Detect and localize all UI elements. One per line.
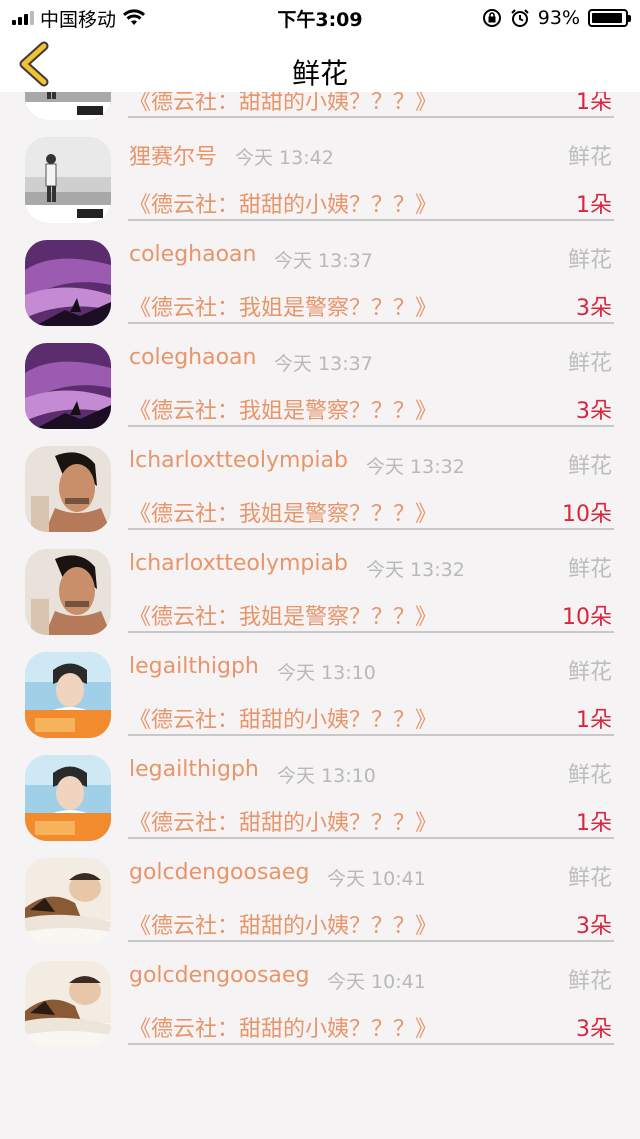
timestamp: 今天 13:32 xyxy=(366,456,465,478)
article-title[interactable]: 《德云社：我姐是警察？？？》 xyxy=(129,496,437,528)
username[interactable]: lcharloxtteolympiab xyxy=(129,551,348,576)
flower-count: 3朵 xyxy=(576,296,612,321)
avatar[interactable] xyxy=(25,240,111,326)
row-divider xyxy=(128,1043,614,1045)
avatar-image xyxy=(25,343,111,429)
username[interactable]: legailthigph xyxy=(129,654,259,679)
avatar-image xyxy=(25,755,111,841)
status-left: 中国移动 xyxy=(12,5,146,32)
avatar[interactable] xyxy=(25,343,111,429)
username[interactable]: coleghaoan xyxy=(129,242,256,267)
username[interactable]: 狸赛尔号 xyxy=(129,139,217,171)
flower-list: 《德云社：我姐是警察？？？》3朵狸赛尔号今天 13:42鲜花《德云社：甜甜的小姨… xyxy=(0,0,640,1047)
wifi-icon xyxy=(123,9,146,25)
timestamp: 今天 10:41 xyxy=(327,971,426,993)
username[interactable]: coleghaoan xyxy=(129,345,256,370)
carrier-label: 中国移动 xyxy=(40,8,117,31)
flower-count: 1朵 xyxy=(576,193,612,218)
gift-type-label: 鲜花 xyxy=(567,866,612,891)
article-title[interactable]: 《德云社：甜甜的小姨？？？》 xyxy=(129,187,437,219)
timestamp: 今天 13:37 xyxy=(274,353,373,375)
rotation-lock-icon xyxy=(482,9,501,27)
signal-icon xyxy=(12,11,34,25)
gift-type-label: 鲜花 xyxy=(567,248,612,273)
gift-type-label: 鲜花 xyxy=(567,145,612,170)
article-title[interactable]: 《德云社：甜甜的小姨？？？》 xyxy=(129,702,437,734)
gift-type-label: 鲜花 xyxy=(567,969,612,994)
flower-count: 10朵 xyxy=(562,502,612,527)
username[interactable]: golcdengoosaeg xyxy=(129,860,309,885)
avatar[interactable] xyxy=(25,652,111,738)
gift-type-label: 鲜花 xyxy=(567,660,612,685)
gift-type-label: 鲜花 xyxy=(567,454,612,479)
list-item[interactable]: coleghaoan 今天 13:37 鲜花《德云社：我姐是警察？？？》 3朵 xyxy=(0,323,640,429)
avatar[interactable] xyxy=(25,858,111,944)
flower-count: 10朵 xyxy=(562,605,612,630)
gift-type-label: 鲜花 xyxy=(567,557,612,582)
avatar-image xyxy=(25,961,111,1047)
username[interactable]: legailthigph xyxy=(129,757,259,782)
username[interactable]: lcharloxtteolympiab xyxy=(129,448,348,473)
flower-count: 1朵 xyxy=(576,811,612,836)
article-title[interactable]: 《德云社：我姐是警察？？？》 xyxy=(129,393,437,425)
avatar[interactable] xyxy=(25,137,111,223)
timestamp: 今天 13:10 xyxy=(277,765,376,787)
battery-icon xyxy=(588,9,631,27)
article-title[interactable]: 《德云社：甜甜的小姨？？？》 xyxy=(129,908,437,940)
alarm-icon xyxy=(511,9,529,27)
flower-count: 1朵 xyxy=(576,708,612,733)
avatar-image xyxy=(25,446,111,532)
list-item[interactable]: 狸赛尔号今天 13:42 鲜花《德云社：甜甜的小姨？？？》 1朵 xyxy=(0,117,640,223)
timestamp: 今天 13:42 xyxy=(235,147,334,169)
article-title[interactable]: 《德云社：甜甜的小姨？？？》 xyxy=(129,805,437,837)
timestamp: 今天 13:37 xyxy=(274,250,373,272)
gift-type-label: 鲜花 xyxy=(567,351,612,376)
gift-type-label: 鲜花 xyxy=(567,763,612,788)
timestamp: 今天 13:10 xyxy=(277,662,376,684)
avatar[interactable] xyxy=(25,755,111,841)
avatar-image xyxy=(25,652,111,738)
article-title[interactable]: 《德云社：我姐是警察？？？》 xyxy=(129,599,437,631)
battery-percent: 93% xyxy=(537,7,580,29)
list-item[interactable]: legailthigph 今天 13:10 鲜花《德云社：甜甜的小姨？？？》 1朵 xyxy=(0,735,640,841)
list-item[interactable]: golcdengoosaeg 今天 10:41 鲜花《德云社：甜甜的小姨？？？》 3朵 xyxy=(0,941,640,1047)
avatar[interactable] xyxy=(25,961,111,1047)
avatar-image xyxy=(25,858,111,944)
timestamp: 今天 10:41 xyxy=(327,868,426,890)
username[interactable]: golcdengoosaeg xyxy=(129,963,309,988)
page-title: 鲜花 xyxy=(291,57,348,90)
avatar[interactable] xyxy=(25,549,111,635)
list-item[interactable]: coleghaoan 今天 13:37 鲜花《德云社：我姐是警察？？？》 3朵 xyxy=(0,220,640,326)
list-item[interactable]: golcdengoosaeg 今天 10:41 鲜花《德云社：甜甜的小姨？？？》 3朵 xyxy=(0,838,640,944)
status-right: 93% xyxy=(482,7,631,29)
avatar-image xyxy=(25,240,111,326)
avatar-image xyxy=(25,137,111,223)
article-title[interactable]: 《德云社：甜甜的小姨？？？》 xyxy=(129,1011,437,1043)
flower-count: 3朵 xyxy=(576,1017,612,1042)
timestamp: 今天 13:32 xyxy=(366,559,465,581)
article-title[interactable]: 《德云社：我姐是警察？？？》 xyxy=(129,290,437,322)
list-item[interactable]: legailthigph 今天 13:10 鲜花《德云社：甜甜的小姨？？？》 1朵 xyxy=(0,632,640,738)
avatar[interactable] xyxy=(25,446,111,532)
status-bar: 中国移动 下午3:09 93% xyxy=(0,0,640,36)
list-item[interactable]: lcharloxtteolympiab 今天 13:32 鲜花《德云社：我姐是警察？… xyxy=(0,426,640,532)
flower-count: 3朵 xyxy=(576,399,612,424)
flower-count: 3朵 xyxy=(576,914,612,939)
list-item[interactable]: lcharloxtteolympiab 今天 13:32 鲜花《德云社：我姐是警察？… xyxy=(0,529,640,635)
navigation-bar: 鲜花 xyxy=(0,36,640,92)
avatar-image xyxy=(25,549,111,635)
